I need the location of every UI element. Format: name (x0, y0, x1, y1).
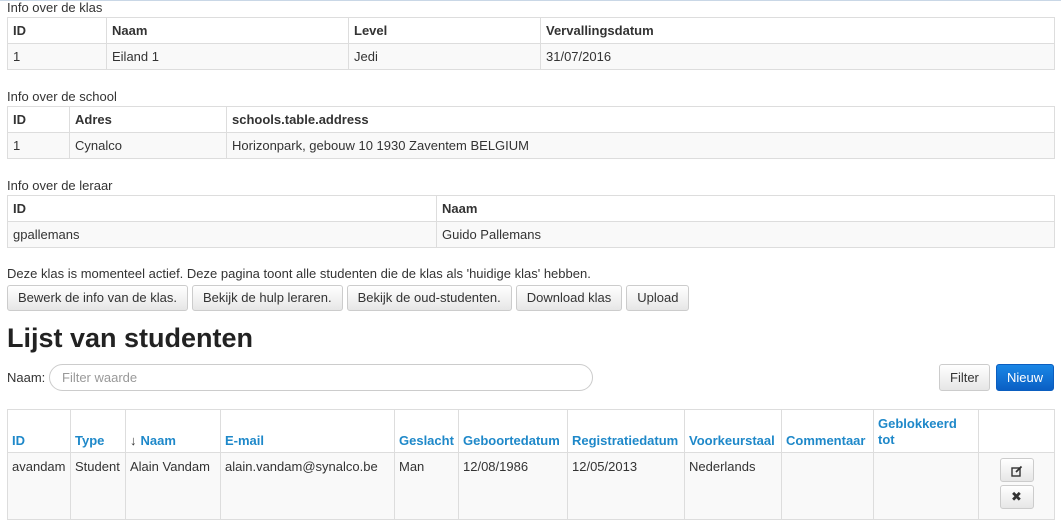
class-id: 1 (7, 43, 107, 70)
filter-button[interactable]: Filter (939, 364, 990, 391)
arrow-down-icon: ↓ (130, 433, 137, 448)
teacher-info-caption: Info over de leraar (7, 178, 113, 193)
student-id: avandam (7, 452, 71, 520)
student-registration: 12/05/2013 (567, 452, 685, 520)
students-table: ID Type ↓ Naam E-mail Geslacht Geboorteda… (7, 409, 1055, 520)
student-actions: ✖ (978, 452, 1055, 520)
col-type[interactable]: Type (70, 409, 126, 453)
school-id: 1 (7, 132, 70, 159)
top-border (0, 0, 1061, 1)
school-col-id: ID (7, 106, 70, 133)
upload-button[interactable]: Upload (626, 285, 690, 311)
col-actions (978, 409, 1055, 453)
col-language[interactable]: Voorkeurstaal (684, 409, 782, 453)
student-gender: Man (394, 452, 459, 520)
teacher-col-name: Naam (436, 195, 1055, 222)
col-gender[interactable]: Geslacht (394, 409, 459, 453)
student-type: Student (70, 452, 126, 520)
col-comment[interactable]: Commentaar (781, 409, 874, 453)
col-id[interactable]: ID (7, 409, 71, 453)
teacher-col-id: ID (7, 195, 437, 222)
col-name[interactable]: ↓ Naam (125, 409, 221, 453)
school-col-address: Adres (69, 106, 227, 133)
col-birthdate[interactable]: Geboortedatum (458, 409, 568, 453)
school-address: Horizonpark, gebouw 10 1930 Zaventem BEL… (226, 132, 1055, 159)
school-col-table-address: schools.table.address (226, 106, 1055, 133)
col-email[interactable]: E-mail (220, 409, 395, 453)
delete-icon[interactable]: ✖ (999, 485, 1034, 509)
class-action-buttons: Bewerk de info van de klas. Bekijk de hu… (7, 285, 693, 311)
class-status-notice: Deze klas is momenteel actief. Deze pagi… (7, 266, 591, 281)
student-name: Alain Vandam (125, 452, 221, 520)
filter-label: Naam: (7, 370, 46, 385)
class-col-expiry: Vervallingsdatum (540, 17, 1055, 44)
class-expiry: 31/07/2016 (540, 43, 1055, 70)
student-email: alain.vandam@synalco.be (220, 452, 395, 520)
teacher-name: Guido Pallemans (436, 221, 1055, 248)
class-col-level: Level (348, 17, 541, 44)
edit-class-info-button[interactable]: Bewerk de info van de klas. (7, 285, 188, 311)
class-info-table: ID Naam Level Vervallingsdatum 1 Eiland … (7, 17, 1055, 70)
col-registration[interactable]: Registratiedatum (567, 409, 685, 453)
school-name: Cynalco (69, 132, 227, 159)
student-birthdate: 12/08/1986 (458, 452, 568, 520)
class-col-name: Naam (106, 17, 349, 44)
student-blocked-until (873, 452, 979, 520)
class-level: Jedi (348, 43, 541, 70)
class-col-id: ID (7, 17, 107, 44)
students-title: Lijst van studenten (7, 323, 254, 353)
new-student-button[interactable]: Nieuw (996, 364, 1054, 391)
school-info-caption: Info over de school (7, 89, 117, 104)
class-info-caption: Info over de klas (7, 0, 103, 15)
download-class-button[interactable]: Download klas (515, 285, 623, 311)
student-language: Nederlands (684, 452, 782, 520)
student-comment (781, 452, 874, 520)
teacher-id: gpallemans (7, 221, 437, 248)
class-name: Eiland 1 (106, 43, 349, 70)
view-old-students-button[interactable]: Bekijk de oud-studenten. (346, 285, 512, 311)
filter-input[interactable] (49, 364, 593, 391)
edit-icon[interactable] (999, 458, 1034, 482)
school-info-table: ID Adres schools.table.address 1 Cynalco… (7, 106, 1055, 159)
view-help-teachers-button[interactable]: Bekijk de hulp leraren. (191, 285, 343, 311)
table-row: avandam Student Alain Vandam alain.vanda… (7, 452, 1055, 520)
col-name-label: Naam (140, 433, 176, 448)
col-blocked-until[interactable]: Geblokkeerd tot (873, 409, 979, 453)
teacher-info-table: ID Naam gpallemans Guido Pallemans (7, 195, 1055, 248)
students-header-row: ID Type ↓ Naam E-mail Geslacht Geboorteda… (7, 409, 1055, 453)
